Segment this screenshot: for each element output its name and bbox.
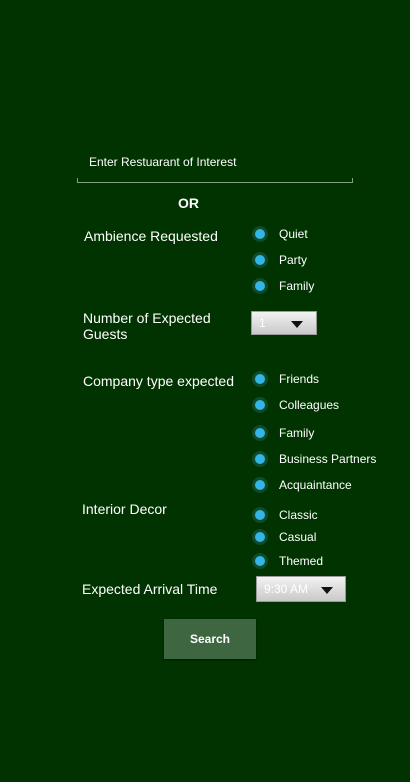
company-option-acquaintance[interactable]: Acquaintance bbox=[252, 475, 352, 495]
or-divider-label: OR bbox=[178, 195, 199, 211]
restaurant-search-field[interactable] bbox=[77, 150, 353, 183]
chevron-down-icon bbox=[291, 321, 303, 328]
radio-icon[interactable] bbox=[252, 507, 268, 523]
decor-option-label: Casual bbox=[279, 530, 317, 544]
arrival-time-label: Expected Arrival Time bbox=[82, 581, 218, 597]
company-option-friends[interactable]: Friends bbox=[252, 369, 319, 389]
radio-icon[interactable] bbox=[252, 451, 268, 467]
decor-option-classic[interactable]: Classic bbox=[252, 505, 318, 525]
radio-icon[interactable] bbox=[252, 425, 268, 441]
radio-icon[interactable] bbox=[252, 371, 268, 387]
company-option-label: Acquaintance bbox=[279, 478, 352, 492]
radio-icon[interactable] bbox=[252, 278, 268, 294]
company-option-label: Friends bbox=[279, 372, 320, 386]
company-option-colleagues[interactable]: Colleagues bbox=[252, 395, 339, 415]
ambience-option-label: Party bbox=[279, 253, 308, 267]
ambience-option-quiet[interactable]: Quiet bbox=[252, 224, 308, 244]
company-option-business-partners[interactable]: Business Partners bbox=[252, 449, 376, 469]
ambience-option-family[interactable]: Family bbox=[252, 276, 314, 296]
decor-option-themed[interactable]: Themed bbox=[252, 551, 323, 571]
restaurant-search-input[interactable] bbox=[89, 155, 339, 169]
company-option-family[interactable]: Family bbox=[252, 423, 314, 443]
interior-decor-label: Interior Decor bbox=[82, 501, 167, 517]
search-button[interactable]: Search bbox=[164, 619, 256, 659]
company-option-label: Family bbox=[279, 426, 315, 440]
chevron-down-icon bbox=[321, 587, 333, 594]
radio-icon[interactable] bbox=[252, 252, 268, 268]
decor-option-casual[interactable]: Casual bbox=[252, 527, 316, 547]
ambience-option-label: Family bbox=[279, 279, 315, 293]
guests-spinner[interactable]: 1 bbox=[251, 311, 317, 335]
company-option-label: Colleagues bbox=[279, 398, 340, 412]
decor-option-label: Themed bbox=[279, 554, 324, 568]
radio-icon[interactable] bbox=[252, 477, 268, 493]
company-option-label: Business Partners bbox=[279, 452, 377, 466]
ambience-label: Ambience Requested bbox=[84, 228, 218, 244]
decor-option-label: Classic bbox=[279, 508, 318, 522]
guests-selected-value: 1 bbox=[259, 316, 266, 330]
arrival-time-selected-value: 9:30 AM bbox=[264, 582, 309, 596]
radio-icon[interactable] bbox=[252, 553, 268, 569]
ambience-option-label: Quiet bbox=[279, 227, 308, 241]
radio-icon[interactable] bbox=[252, 226, 268, 242]
radio-icon[interactable] bbox=[252, 529, 268, 545]
guests-label: Number of Expected Guests bbox=[83, 310, 211, 342]
arrival-time-spinner[interactable]: 9:30 AM bbox=[256, 576, 346, 602]
ambience-option-party[interactable]: Party bbox=[252, 250, 307, 270]
radio-icon[interactable] bbox=[252, 397, 268, 413]
company-type-label: Company type expected bbox=[83, 373, 234, 389]
